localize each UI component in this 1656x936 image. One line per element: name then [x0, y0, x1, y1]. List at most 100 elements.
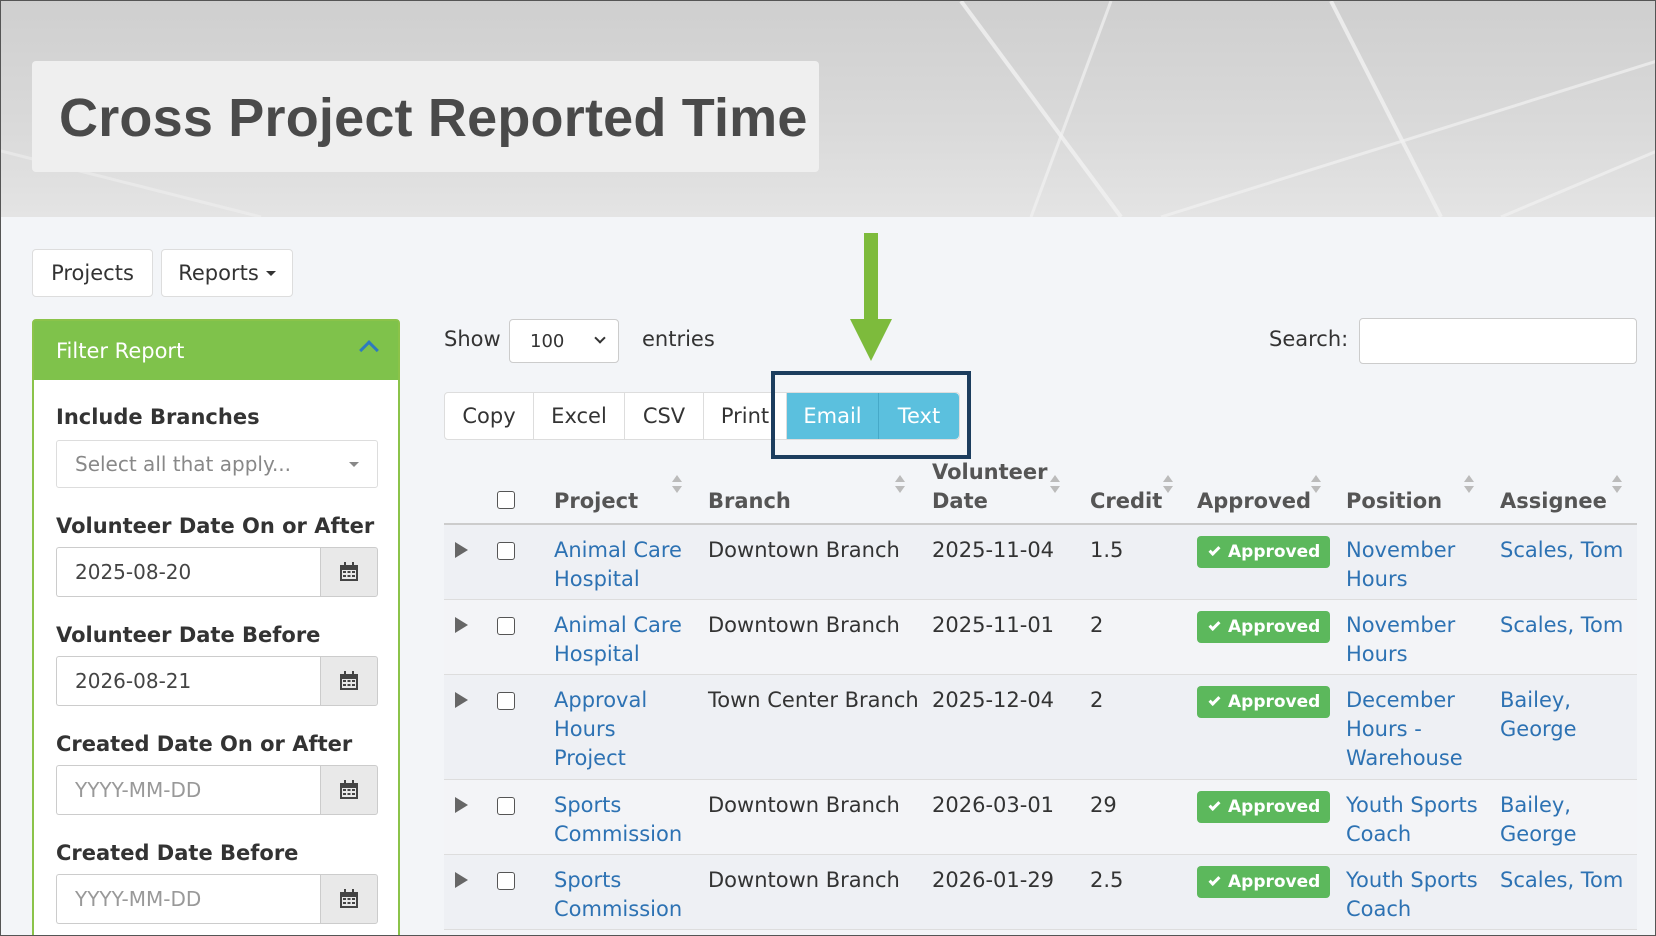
col-assignee[interactable]: Assignee	[1500, 487, 1607, 516]
dropdown-arrow-icon	[349, 462, 359, 467]
calendar-button[interactable]	[320, 547, 378, 597]
status-badge: Approved	[1197, 611, 1331, 643]
project-link[interactable]: Approval Hours Project	[554, 686, 647, 773]
calendar-button[interactable]	[320, 656, 378, 706]
csv-button[interactable]: CSV	[625, 393, 704, 439]
page-title-box: Cross Project Reported Time	[32, 61, 819, 172]
col-approved[interactable]: Approved	[1197, 487, 1311, 516]
position-link[interactable]: Youth Sports Coach	[1346, 866, 1478, 924]
vol-date-before-label: Volunteer Date Before	[56, 623, 321, 647]
chevron-down-icon	[594, 332, 606, 344]
sort-icon[interactable]	[1612, 475, 1622, 495]
sort-icon[interactable]	[1050, 475, 1060, 495]
date-cell: 2026-03-01	[932, 793, 1055, 817]
branches-select[interactable]: Select all that apply...	[56, 440, 378, 488]
highlight-box	[771, 371, 971, 459]
reports-button-label: Reports	[178, 261, 259, 285]
include-branches-label: Include Branches	[56, 405, 260, 429]
check-icon	[1208, 798, 1221, 812]
check-icon	[1208, 693, 1221, 707]
row-checkbox[interactable]	[497, 692, 515, 710]
vol-date-after-input[interactable]: 2025-08-20	[56, 547, 320, 597]
assignee-link[interactable]: Bailey, George	[1500, 686, 1577, 744]
position-link[interactable]: December Hours - Warehouse	[1346, 686, 1463, 773]
project-link[interactable]: Sports Commission	[554, 866, 682, 924]
sort-icon[interactable]	[1464, 475, 1474, 495]
table-row: Sports Commission Downtown Branch 2026-01…	[444, 855, 1637, 930]
col-volunteer-date-line2[interactable]: Date	[932, 487, 988, 516]
status-badge: Approved	[1197, 686, 1331, 718]
app-window: Cross Project Reported Time Projects Rep…	[0, 0, 1656, 936]
date-cell: 2026-01-29	[932, 868, 1055, 892]
reports-dropdown-button[interactable]: Reports	[161, 249, 293, 297]
entries-select[interactable]: 100	[509, 319, 619, 363]
position-link[interactable]: November Hours	[1346, 536, 1455, 594]
project-link[interactable]: Animal Care Hospital	[554, 611, 682, 669]
status-badge: Approved	[1197, 866, 1331, 898]
row-checkbox[interactable]	[497, 542, 515, 560]
row-checkbox[interactable]	[497, 872, 515, 890]
vol-date-after-group: 2025-08-20	[56, 547, 378, 597]
expand-row-icon[interactable]	[455, 692, 468, 708]
project-link[interactable]: Sports Commission	[554, 791, 682, 849]
vol-date-after-label: Volunteer Date On or After	[56, 514, 375, 538]
position-link[interactable]: Youth Sports Coach	[1346, 791, 1478, 849]
sort-icon[interactable]	[1163, 475, 1173, 495]
table-row: Sports Commission Downtown Branch 2026-03…	[444, 780, 1637, 855]
branch-cell: Town Center Branch	[708, 688, 919, 712]
callout-arrow-head	[850, 319, 892, 361]
sort-icon[interactable]	[672, 475, 682, 495]
date-cell: 2025-12-04	[932, 688, 1055, 712]
vol-date-before-group: 2026-08-21	[56, 656, 378, 706]
chevron-up-icon[interactable]	[359, 340, 379, 360]
filter-panel-header[interactable]: Filter Report	[34, 321, 398, 380]
col-credit[interactable]: Credit	[1090, 487, 1162, 516]
credit-cell: 2	[1090, 613, 1104, 637]
search-input[interactable]	[1359, 318, 1637, 364]
assignee-link[interactable]: Scales, Tom	[1500, 536, 1623, 565]
project-link[interactable]: Animal Care Hospital	[554, 536, 682, 594]
created-date-before-input[interactable]: YYYY-MM-DD	[56, 874, 320, 924]
credit-cell: 1.5	[1090, 538, 1124, 562]
created-date-after-input[interactable]: YYYY-MM-DD	[56, 765, 320, 815]
created-date-before-label: Created Date Before	[56, 841, 299, 865]
col-branch[interactable]: Branch	[708, 487, 791, 516]
col-position[interactable]: Position	[1346, 487, 1442, 516]
status-badge: Approved	[1197, 536, 1331, 568]
branch-cell: Downtown Branch	[708, 613, 900, 637]
expand-row-icon[interactable]	[455, 542, 468, 558]
created-date-before-group: YYYY-MM-DD	[56, 874, 378, 924]
sort-icon[interactable]	[895, 475, 905, 495]
projects-button[interactable]: Projects	[32, 249, 153, 297]
branches-select-placeholder: Select all that apply...	[75, 452, 292, 476]
search-label: Search:	[1269, 327, 1349, 351]
credit-cell: 2.5	[1090, 868, 1124, 892]
row-checkbox[interactable]	[497, 797, 515, 815]
sort-icon[interactable]	[1311, 475, 1321, 495]
vol-date-before-input[interactable]: 2026-08-21	[56, 656, 320, 706]
col-project[interactable]: Project	[554, 487, 638, 516]
entries-select-value: 100	[530, 330, 565, 352]
excel-button[interactable]: Excel	[534, 393, 625, 439]
branch-cell: Downtown Branch	[708, 868, 900, 892]
caret-down-icon	[265, 270, 276, 276]
expand-row-icon[interactable]	[455, 797, 468, 813]
position-link[interactable]: November Hours	[1346, 611, 1455, 669]
calendar-button[interactable]	[320, 874, 378, 924]
assignee-link[interactable]: Scales, Tom	[1500, 866, 1623, 895]
created-date-after-label: Created Date On or After	[56, 732, 353, 756]
select-all-checkbox[interactable]	[497, 491, 515, 509]
copy-button[interactable]: Copy	[445, 393, 534, 439]
calendar-button[interactable]	[320, 765, 378, 815]
col-volunteer-date-line1[interactable]: Volunteer	[932, 458, 1048, 487]
branch-cell: Downtown Branch	[708, 538, 900, 562]
assignee-link[interactable]: Bailey, George	[1500, 791, 1577, 849]
table-row: Animal Care Hospital Downtown Branch 2025…	[444, 600, 1637, 675]
expand-row-icon[interactable]	[455, 872, 468, 888]
expand-row-icon[interactable]	[455, 617, 468, 633]
assignee-link[interactable]: Scales, Tom	[1500, 611, 1623, 640]
show-label: Show	[444, 327, 501, 351]
status-badge: Approved	[1197, 791, 1331, 823]
row-checkbox[interactable]	[497, 617, 515, 635]
check-icon	[1208, 543, 1221, 557]
